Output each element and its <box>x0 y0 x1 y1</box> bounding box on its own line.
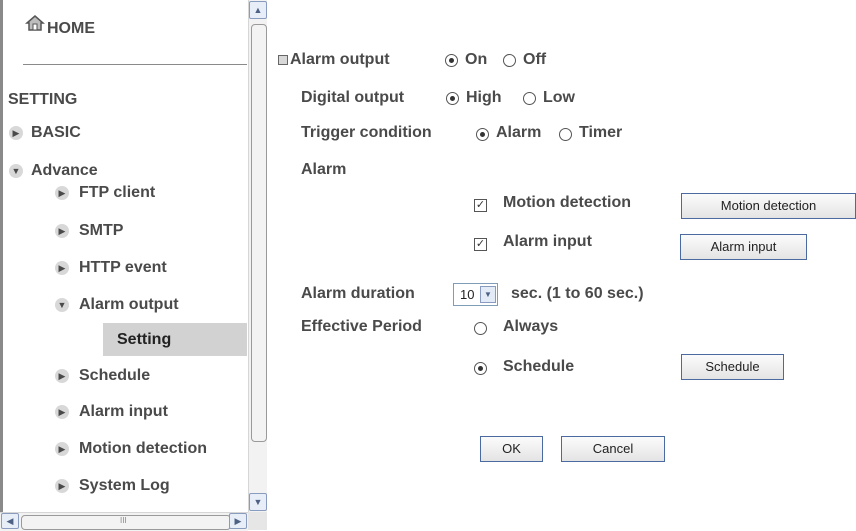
triangle-down-icon: ▼ <box>9 164 23 178</box>
motion-detection-label: Motion detection <box>503 194 631 211</box>
alarm-duration-suffix: sec. (1 to 60 sec.) <box>511 285 644 302</box>
schedule-button[interactable]: Schedule <box>681 354 784 380</box>
triangle-right-icon: ▶ <box>55 479 69 493</box>
period-always-radio[interactable] <box>474 322 487 335</box>
ok-button[interactable]: OK <box>480 436 543 462</box>
alarm-duration-select[interactable]: 10 ▼ <box>453 283 498 306</box>
period-always-label: Always <box>503 318 559 335</box>
triangle-right-icon: ▶ <box>55 261 69 275</box>
alarm-section-label: Alarm <box>301 161 347 178</box>
nav-http-event-label: HTTP event <box>79 259 167 276</box>
nav-smtp-label: SMTP <box>79 222 124 239</box>
nav-ftp-client-label: FTP client <box>79 184 156 201</box>
scroll-right-button[interactable]: ▶ <box>229 513 247 529</box>
alarm-output-off-label: Off <box>523 51 547 68</box>
alarm-duration-label: Alarm duration <box>301 285 415 302</box>
triangle-right-icon: ▶ <box>9 126 23 140</box>
period-schedule-label: Schedule <box>503 358 575 375</box>
trigger-alarm-radio[interactable] <box>476 128 489 141</box>
trigger-timer-label: Timer <box>579 124 623 141</box>
alarm-input-label: Alarm input <box>503 233 592 250</box>
alarm-output-off-radio[interactable] <box>503 54 516 67</box>
scroll-down-button[interactable]: ▼ <box>249 493 267 511</box>
digital-high-radio[interactable] <box>446 92 459 105</box>
triangle-down-icon: ▼ <box>55 298 69 312</box>
alarm-output-on-label: On <box>465 51 488 68</box>
scroll-up-button[interactable]: ▲ <box>249 1 267 19</box>
triangle-right-icon: ▶ <box>55 405 69 419</box>
trigger-timer-radio[interactable] <box>559 128 572 141</box>
nav-home-label: HOME <box>47 20 95 37</box>
main-form: Alarm output On Off Digital output High … <box>267 0 856 530</box>
alarm-input-button[interactable]: Alarm input <box>680 234 807 260</box>
divider <box>23 64 247 65</box>
alarm-output-label: Alarm output <box>290 51 390 68</box>
motion-detection-checkbox[interactable]: ✓ <box>474 199 487 212</box>
nav-advance-label: Advance <box>31 162 98 179</box>
triangle-right-icon: ▶ <box>55 224 69 238</box>
digital-high-label: High <box>466 89 502 106</box>
section-setting: SETTING <box>8 91 78 108</box>
sidebar-nav: HOME SETTING ▶ BASIC ▼ Advance ▶ FTP cli… <box>3 0 247 512</box>
effective-period-label: Effective Period <box>301 318 422 335</box>
vertical-scroll-thumb[interactable] <box>251 24 267 442</box>
home-icon <box>25 15 45 31</box>
scroll-left-button[interactable]: ◀ <box>1 513 19 529</box>
trigger-condition-label: Trigger condition <box>301 124 432 141</box>
sidebar-frame: HOME SETTING ▶ BASIC ▼ Advance ▶ FTP cli… <box>0 0 267 531</box>
alarm-duration-value: 10 <box>460 287 475 302</box>
nav-schedule-label: Schedule <box>79 367 151 384</box>
triangle-right-icon: ▶ <box>55 442 69 456</box>
chevron-down-icon[interactable]: ▼ <box>480 286 496 303</box>
digital-low-radio[interactable] <box>523 92 536 105</box>
nav-alarm-output-label: Alarm output <box>79 296 179 313</box>
section-bullet-icon <box>278 55 288 65</box>
motion-detection-button[interactable]: Motion detection <box>681 193 856 219</box>
nav-setting-active[interactable]: Setting <box>103 323 247 356</box>
triangle-right-icon: ▶ <box>55 186 69 200</box>
triangle-right-icon: ▶ <box>55 369 69 383</box>
alarm-output-on-radio[interactable] <box>445 54 458 67</box>
cancel-button[interactable]: Cancel <box>561 436 665 462</box>
period-schedule-radio[interactable] <box>474 362 487 375</box>
grip-icon: III <box>120 516 127 525</box>
horizontal-scroll-thumb[interactable]: III <box>21 515 231 530</box>
nav-basic-label: BASIC <box>31 124 81 141</box>
trigger-alarm-label: Alarm <box>496 124 542 141</box>
scrollbar-corner <box>248 512 267 530</box>
nav-system-log-label: System Log <box>79 477 170 494</box>
digital-low-label: Low <box>543 89 575 106</box>
alarm-input-checkbox[interactable]: ✓ <box>474 238 487 251</box>
digital-output-label: Digital output <box>301 89 405 106</box>
nav-motion-detection-label: Motion detection <box>79 440 207 457</box>
nav-setting-label: Setting <box>117 331 172 348</box>
nav-alarm-input-label: Alarm input <box>79 403 168 420</box>
